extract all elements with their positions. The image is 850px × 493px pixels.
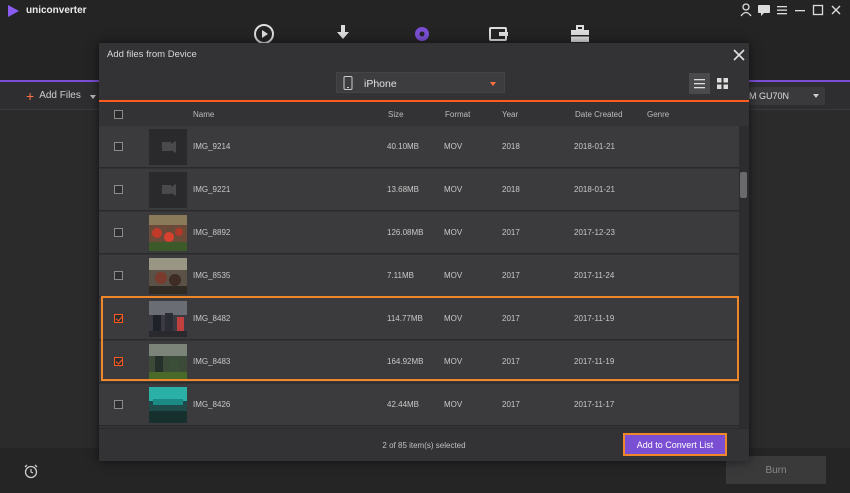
file-list: IMG_9214 40.10MB MOV 2018 2018-01-21 IMG… (99, 126, 739, 428)
chevron-down-icon (490, 82, 496, 86)
file-format: MOV (444, 228, 463, 237)
device-select[interactable]: iPhone (336, 72, 505, 93)
table-row[interactable]: IMG_8535 7.11MB MOV 2017 2017-11-24 (99, 255, 739, 297)
photo-thumbnail (149, 301, 187, 337)
file-year: 2017 (502, 357, 520, 366)
column-header-format[interactable]: Format (445, 110, 470, 119)
table-row[interactable]: IMG_8483 164.92MB MOV 2017 2017-11-19 (99, 341, 739, 383)
table-row[interactable]: IMG_9221 13.68MB MOV 2018 2018-01-21 (99, 169, 739, 211)
dialog-close-icon[interactable] (733, 49, 745, 61)
file-date-created: 2017-11-19 (574, 357, 615, 366)
maximize-icon[interactable] (810, 2, 826, 18)
file-size: 42.44MB (387, 400, 420, 409)
file-name: IMG_9221 (193, 185, 231, 194)
table-row[interactable]: IMG_9214 40.10MB MOV 2018 2018-01-21 (99, 126, 739, 168)
row-checkbox[interactable] (114, 314, 123, 323)
output-format-select[interactable]: M GU70N (745, 87, 825, 105)
table-row[interactable]: IMG_8892 126.08MB MOV 2017 2017-12-23 (99, 212, 739, 254)
message-icon[interactable] (756, 2, 772, 18)
column-header-year[interactable]: Year (502, 110, 518, 119)
table-row[interactable]: IMG_8426 42.44MB MOV 2017 2017-11-17 (99, 384, 739, 426)
file-date-created: 2017-11-17 (574, 400, 615, 409)
row-checkbox[interactable] (114, 185, 123, 194)
table-header: Name Size Format Year Date Created Genre (99, 102, 749, 126)
menu-icon[interactable] (774, 2, 790, 18)
file-size: 40.10MB (387, 142, 420, 151)
file-date-created: 2018-01-21 (574, 185, 615, 194)
row-checkbox[interactable] (114, 357, 123, 366)
close-icon[interactable] (828, 2, 844, 18)
row-checkbox[interactable] (114, 228, 123, 237)
file-name: IMG_8892 (193, 228, 231, 237)
file-name: IMG_8483 (193, 357, 231, 366)
chevron-down-icon (813, 94, 819, 98)
scrollbar-thumb[interactable] (740, 172, 747, 198)
row-checkbox[interactable] (114, 142, 123, 151)
file-year: 2017 (502, 271, 520, 280)
column-header-name[interactable]: Name (193, 110, 214, 119)
file-format: MOV (444, 357, 463, 366)
output-format-value: M GU70N (749, 91, 790, 101)
phone-icon (343, 76, 353, 90)
file-date-created: 2017-11-24 (574, 271, 615, 280)
select-all-checkbox[interactable] (114, 110, 123, 119)
alarm-clock-icon[interactable] (23, 463, 39, 479)
file-date-created: 2017-12-23 (574, 228, 615, 237)
plus-icon: + (26, 87, 35, 104)
file-date-created: 2018-01-21 (574, 142, 615, 151)
window-controls (738, 2, 844, 18)
file-date-created: 2017-11-19 (574, 314, 615, 323)
photo-thumbnail (149, 344, 187, 380)
user-icon[interactable] (738, 2, 754, 18)
photo-thumbnail (149, 258, 187, 294)
file-list-scrollbar[interactable] (739, 126, 749, 428)
list-view-icon[interactable] (689, 73, 710, 94)
dialog-footer: 2 of 85 item(s) selected Add to Convert … (99, 428, 749, 461)
file-size: 114.77MB (387, 314, 423, 323)
file-format: MOV (444, 185, 463, 194)
file-size: 7.11MB (387, 271, 414, 280)
row-checkbox[interactable] (114, 271, 123, 280)
video-thumbnail (149, 129, 187, 165)
add-files-label: Add Files (39, 90, 81, 101)
video-thumbnail (149, 172, 187, 208)
dialog-title: Add files from Device (107, 49, 197, 60)
column-header-genre[interactable]: Genre (647, 110, 669, 119)
photo-thumbnail (149, 215, 187, 251)
add-files-from-device-dialog: Add files from Device iPhone Name Size F… (99, 43, 749, 461)
uniconverter-logo-icon (8, 5, 19, 17)
column-header-date-created[interactable]: Date Created (575, 110, 623, 119)
add-files-dropdown-icon[interactable] (90, 95, 96, 99)
row-checkbox[interactable] (114, 400, 123, 409)
device-name: iPhone (364, 78, 397, 90)
file-year: 2017 (502, 228, 520, 237)
file-year: 2018 (502, 185, 520, 194)
column-header-size[interactable]: Size (388, 110, 404, 119)
file-name: IMG_8535 (193, 271, 231, 280)
file-year: 2017 (502, 314, 520, 323)
file-size: 126.08MB (387, 228, 424, 237)
add-files-button[interactable]: + Add Files (26, 87, 81, 104)
app-title: uniconverter (26, 5, 87, 16)
file-format: MOV (444, 142, 463, 151)
table-row[interactable]: IMG_8482 114.77MB MOV 2017 2017-11-19 (99, 298, 739, 340)
file-format: MOV (444, 271, 463, 280)
photo-thumbnail (149, 387, 187, 423)
file-year: 2018 (502, 142, 520, 151)
grid-view-icon[interactable] (712, 73, 733, 94)
file-size: 164.92MB (387, 357, 424, 366)
add-to-convert-list-button[interactable]: Add to Convert List (623, 433, 727, 456)
file-format: MOV (444, 400, 463, 409)
file-name: IMG_8426 (193, 400, 231, 409)
file-year: 2017 (502, 400, 520, 409)
minimize-icon[interactable] (792, 2, 808, 18)
file-name: IMG_8482 (193, 314, 231, 323)
file-size: 13.68MB (387, 185, 420, 194)
file-name: IMG_9214 (193, 142, 231, 151)
file-format: MOV (444, 314, 463, 323)
